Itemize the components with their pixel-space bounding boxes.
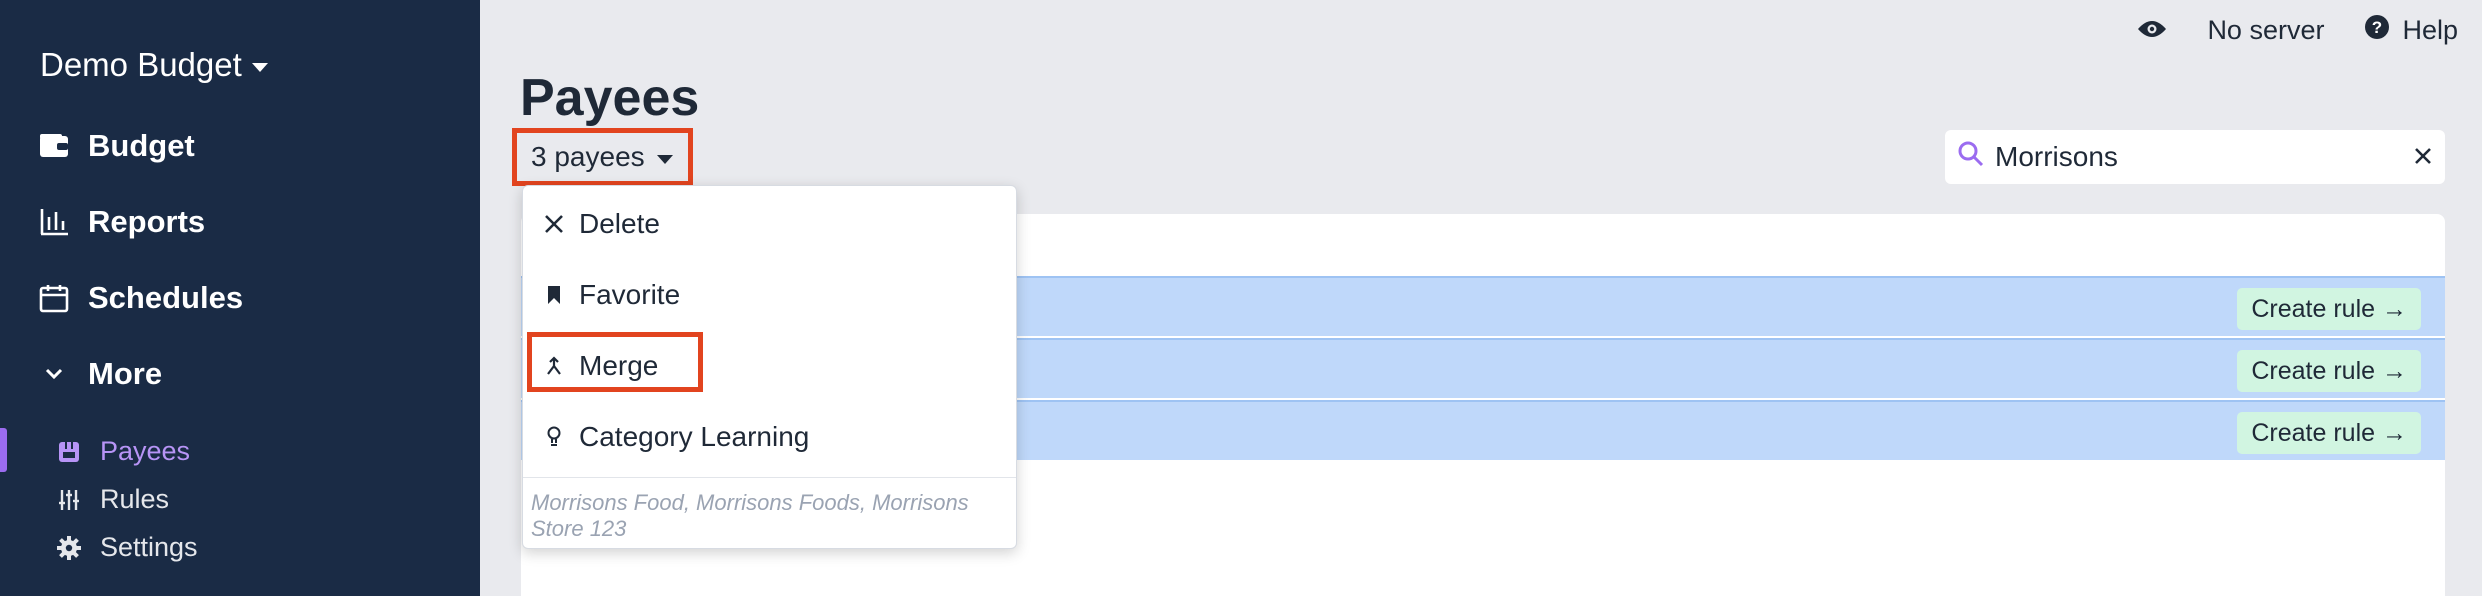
sidebar-item-label: Rules	[100, 484, 170, 514]
create-rule-button[interactable]: Create rule →	[2237, 412, 2421, 454]
server-label: No server	[2207, 15, 2325, 45]
menu-divider	[523, 477, 1016, 478]
server-status[interactable]: No server	[2207, 15, 2324, 46]
sidebar-item-payees[interactable]: Payees	[56, 436, 190, 467]
nav-schedules[interactable]: Schedules	[38, 280, 243, 316]
nav-more[interactable]: More	[38, 356, 162, 392]
nav-label: Schedules	[88, 280, 244, 315]
menu-item-label: Category Learning	[579, 421, 810, 452]
svg-text:?: ?	[2372, 18, 2382, 37]
menu-item-category-learning[interactable]: Category Learning	[543, 421, 809, 453]
help-label: Help	[2402, 15, 2458, 45]
page-title: Payees	[520, 69, 700, 127]
help-icon: ?	[2364, 14, 2390, 47]
merge-icon	[543, 355, 565, 377]
sidebar-item-settings[interactable]: Settings	[56, 532, 198, 563]
payee-actions-menu: Delete Favorite Merge Category Learning …	[522, 185, 1017, 549]
privacy-toggle[interactable]	[2137, 15, 2167, 46]
nav-label: Reports	[88, 204, 206, 239]
chevron-down-icon	[38, 358, 70, 390]
nav-budget[interactable]: Budget	[38, 128, 195, 164]
sidebar: Demo Budget Budget Reports Schedules Mor…	[0, 0, 480, 596]
nav-label: More	[88, 356, 163, 391]
sidebar-item-label: Payees	[100, 436, 191, 466]
store-icon	[56, 439, 82, 465]
budget-selector[interactable]: Demo Budget	[40, 46, 268, 84]
create-rule-button[interactable]: Create rule →	[2237, 350, 2421, 392]
sidebar-item-label: Settings	[100, 532, 198, 562]
sidebar-item-rules[interactable]: Rules	[56, 484, 169, 515]
close-icon	[543, 213, 565, 235]
caret-down-icon	[251, 62, 268, 72]
budget-name: Demo Budget	[40, 46, 242, 83]
menu-item-merge[interactable]: Merge	[543, 350, 658, 382]
search-value: Morrisons	[1995, 141, 2118, 172]
menu-item-delete[interactable]: Delete	[543, 208, 660, 240]
sliders-icon	[56, 487, 82, 513]
active-indicator	[0, 428, 7, 472]
gear-icon	[56, 535, 82, 561]
menu-item-label: Delete	[579, 208, 660, 239]
caret-down-icon	[656, 154, 673, 164]
clear-search-icon[interactable]	[2413, 141, 2433, 173]
selected-payees-menu-button[interactable]: 3 payees	[512, 128, 693, 186]
lightbulb-icon	[543, 426, 565, 448]
menu-item-favorite[interactable]: Favorite	[543, 279, 680, 311]
nav-reports[interactable]: Reports	[38, 204, 205, 240]
create-rule-button[interactable]: Create rule →	[2237, 288, 2421, 330]
create-rule-label: Create rule →	[2251, 294, 2407, 323]
selected-payees-note: Morrisons Food, Morrisons Foods, Morriso…	[531, 490, 969, 541]
nav-label: Budget	[88, 128, 195, 163]
create-rule-label: Create rule →	[2251, 356, 2407, 385]
calendar-icon	[38, 282, 70, 314]
bookmark-icon	[543, 284, 565, 306]
menu-item-label: Favorite	[579, 279, 681, 310]
help-button[interactable]: ? Help	[2364, 14, 2458, 47]
wallet-icon	[38, 130, 70, 162]
search-icon	[1957, 140, 1985, 175]
selected-count-label: 3 payees	[531, 141, 645, 172]
eye-icon	[2137, 15, 2167, 46]
top-bar: No server ? Help	[2137, 14, 2458, 47]
menu-item-label: Merge	[579, 350, 659, 381]
chart-icon	[38, 206, 70, 238]
search-input[interactable]: Morrisons	[1945, 130, 2445, 184]
create-rule-label: Create rule →	[2251, 418, 2407, 447]
